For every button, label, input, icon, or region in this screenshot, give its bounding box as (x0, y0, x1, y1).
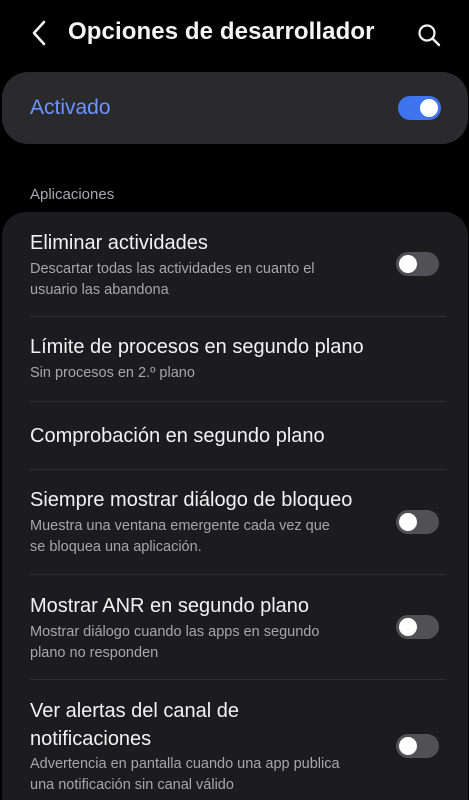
chevron-left-icon (32, 20, 46, 46)
setting-title: Mostrar ANR en segundo plano (30, 595, 310, 617)
page-title: Opciones de desarrollador (68, 18, 375, 45)
setting-item-dialogo-bloqueo[interactable]: Siempre mostrar diálogo de bloqueo Muest… (2, 470, 468, 574)
toggle-knob (399, 618, 417, 636)
setting-subtitle: plano no responden (30, 645, 159, 661)
settings-list-card: Eliminar actividades Descartar todas las… (2, 212, 468, 800)
setting-title: Comprobación en segundo plano (30, 425, 325, 447)
mostrar-anr-toggle[interactable] (396, 615, 439, 639)
master-switch-toggle[interactable] (398, 96, 441, 120)
setting-subtitle: Descartar todas las actividades en cuant… (30, 261, 315, 277)
setting-item-alertas-canal-notificaciones[interactable]: Ver alertas del canal de notificaciones … (2, 680, 468, 800)
setting-title: Límite de procesos en segundo plano (30, 336, 364, 358)
developer-options-screen: Opciones de desarrollador Activado Aplic… (0, 0, 469, 800)
search-button[interactable] (412, 18, 446, 52)
alertas-canal-toggle[interactable] (396, 734, 439, 758)
setting-subtitle: Advertencia en pantalla cuando una app p… (30, 756, 340, 772)
setting-subtitle: Sin procesos en 2.º plano (30, 365, 195, 381)
setting-item-comprobacion-segundo-plano[interactable]: Comprobación en segundo plano (2, 402, 468, 469)
toggle-knob (399, 737, 417, 755)
eliminar-actividades-toggle[interactable] (396, 252, 439, 276)
dialogo-bloqueo-toggle[interactable] (396, 510, 439, 534)
toggle-knob (399, 513, 417, 531)
setting-item-limite-procesos[interactable]: Límite de procesos en segundo plano Sin … (2, 317, 468, 401)
back-button[interactable] (22, 16, 56, 50)
master-switch-label: Activado (30, 96, 111, 119)
setting-subtitle: Mostrar diálogo cuando las apps en segun… (30, 624, 320, 640)
toggle-knob (420, 99, 438, 117)
setting-subtitle: una notificación sin canal válido (30, 777, 234, 793)
setting-title: Ver alertas del canal de (30, 700, 240, 722)
toggle-knob (399, 255, 417, 273)
setting-subtitle: se bloquea una aplicación. (30, 539, 202, 555)
top-app-bar: Opciones de desarrollador (0, 0, 469, 68)
search-icon (418, 24, 441, 47)
setting-title: Eliminar actividades (30, 232, 208, 254)
setting-subtitle: usuario las abandona (30, 282, 169, 298)
setting-item-mostrar-anr[interactable]: Mostrar ANR en segundo plano Mostrar diá… (2, 575, 468, 679)
setting-subtitle: Muestra una ventana emergente cada vez q… (30, 518, 330, 534)
setting-item-eliminar-actividades[interactable]: Eliminar actividades Descartar todas las… (2, 212, 468, 316)
section-header-aplicaciones: Aplicaciones (30, 186, 115, 203)
setting-title: notificaciones (30, 728, 152, 750)
master-switch-card[interactable]: Activado (2, 72, 468, 144)
setting-title: Siempre mostrar diálogo de bloqueo (30, 489, 353, 511)
